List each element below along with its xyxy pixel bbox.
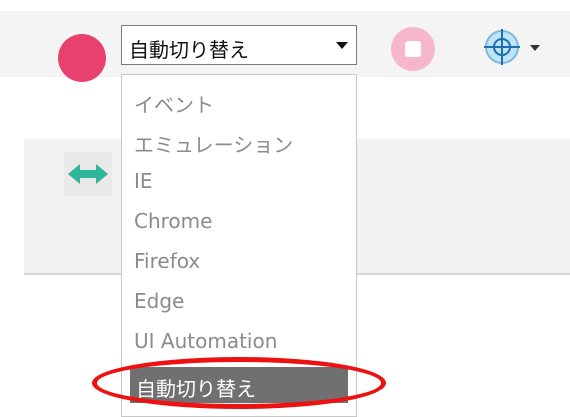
option-event[interactable]: イベント [134,89,214,118]
stop-button[interactable] [391,27,435,71]
target-button[interactable] [480,25,546,69]
option-ie[interactable]: IE [134,169,153,193]
crosshair-target-icon [484,29,540,65]
toolbar: 自動切り替え [0,11,570,82]
option-firefox[interactable]: Firefox [134,249,200,273]
mode-select[interactable]: 自動切り替え [121,25,357,65]
highlight-ellipse [92,357,386,409]
option-chrome[interactable]: Chrome [134,209,212,233]
stop-icon [405,41,421,57]
mode-select-value: 自動切り替え [129,38,249,62]
caret-down-icon [530,45,540,51]
option-emulation[interactable]: エミュレーション [134,129,293,158]
swap-arrows-icon[interactable] [64,152,112,196]
option-ui-automation[interactable]: UI Automation [134,329,277,353]
option-edge[interactable]: Edge [134,289,184,313]
record-button[interactable] [58,34,106,82]
chevron-down-icon [336,42,348,49]
